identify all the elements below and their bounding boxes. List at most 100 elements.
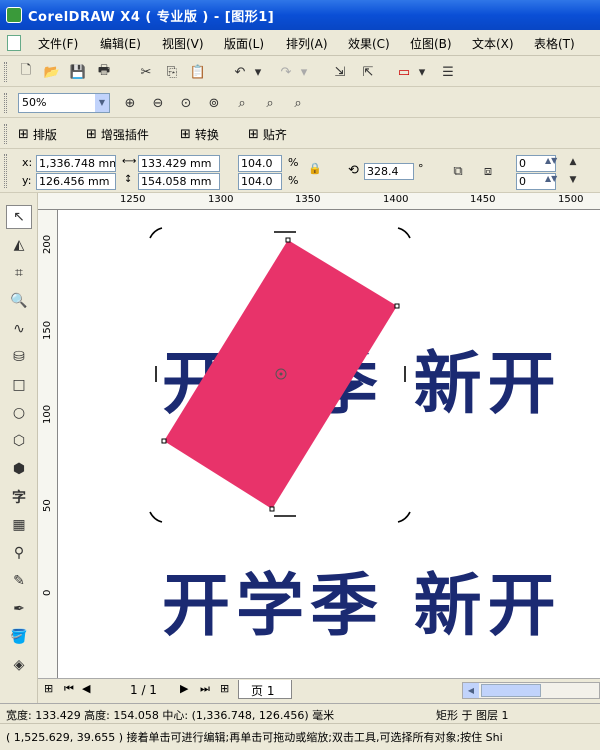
table-tool-icon[interactable]: ▦ xyxy=(6,513,32,537)
zoom-page-width-icon[interactable]: ⌕ xyxy=(260,93,280,113)
toolbar-grip[interactable] xyxy=(4,93,7,113)
undo-dropdown-icon[interactable]: ▾ xyxy=(252,62,264,82)
spinner-icon[interactable]: ▲▼ xyxy=(545,174,557,183)
crop-tool-icon[interactable]: ⌗ xyxy=(6,261,32,285)
node-handle[interactable] xyxy=(161,438,167,444)
last-page-icon[interactable]: ⏭ xyxy=(200,682,210,696)
interactive-fill-icon[interactable]: ◈ xyxy=(6,653,32,677)
basic-shapes-icon[interactable]: ⬢ xyxy=(6,457,32,481)
enhance-plugin-label: 增强插件 xyxy=(100,128,149,142)
zoom-page-icon[interactable]: ⌕ xyxy=(232,93,252,113)
align-button[interactable]: ⊞ 贴齐 xyxy=(248,126,287,143)
polygon-tool-icon[interactable]: ⬡ xyxy=(6,429,32,453)
launcher-dropdown-icon[interactable]: ▾ xyxy=(416,62,428,82)
add-page-after-icon[interactable]: ⊞ xyxy=(220,682,229,695)
text-tool-icon[interactable]: 字 xyxy=(6,485,32,509)
redo-dropdown-icon[interactable]: ▾ xyxy=(298,62,310,82)
open-folder-icon[interactable]: 📂 xyxy=(42,62,62,82)
menu-view[interactable]: 视图(V) xyxy=(162,35,204,52)
next-page-icon[interactable]: ▶ xyxy=(180,682,188,695)
coreldraw-app-icon xyxy=(6,7,22,23)
enhance-plugin-button[interactable]: ⊞ 增强插件 xyxy=(86,126,149,143)
spinner-up-icon[interactable]: ▲ xyxy=(566,154,580,170)
chevron-down-icon[interactable]: ▼ xyxy=(94,94,109,112)
node-handle[interactable] xyxy=(269,506,275,512)
vertical-ruler[interactable]: 200 150 100 50 0 xyxy=(38,210,58,678)
print-icon[interactable]: 🖶 xyxy=(94,62,114,82)
undo-icon[interactable]: ↶ xyxy=(230,62,250,82)
scrollbar-thumb[interactable] xyxy=(481,684,541,697)
menu-layout[interactable]: 版面(L) xyxy=(224,35,264,52)
rotation-angle-field[interactable]: 328.4 xyxy=(364,163,414,180)
horizontal-ruler[interactable]: 1250 1300 1350 1400 1450 1500 xyxy=(38,193,600,210)
application-launcher-icon[interactable]: ▭ xyxy=(394,62,414,82)
lock-ratio-icon[interactable]: 🔒 xyxy=(308,162,322,175)
enhance-plugin-icon: ⊞ xyxy=(86,127,97,142)
menu-text[interactable]: 文本(X) xyxy=(472,35,514,52)
width-field[interactable]: 133.429 mm xyxy=(138,155,220,172)
toolbar-grip[interactable] xyxy=(4,62,7,82)
zoom-all-objects-icon[interactable]: ⊚ xyxy=(204,93,224,113)
page-navigator: ⊞ ⏮ ◀ 1 / 1 ▶ ⏭ ⊞ 页 1 ◀ xyxy=(38,678,600,701)
export-icon[interactable]: ⇱ xyxy=(358,62,378,82)
menu-table[interactable]: 表格(T) xyxy=(534,35,575,52)
paste-icon[interactable]: 📋 xyxy=(188,62,208,82)
y-position-field[interactable]: 126.456 mm xyxy=(36,173,116,190)
convert-icon: ⊞ xyxy=(180,127,191,142)
scale-y-field[interactable]: 104.0 xyxy=(238,173,282,190)
redo-icon[interactable]: ↷ xyxy=(276,62,296,82)
eyedropper-icon[interactable]: ✎ xyxy=(6,569,32,593)
outline-pen-icon[interactable]: ✒ xyxy=(6,597,32,621)
zoom-tool-icon[interactable]: 🔍 xyxy=(6,289,32,313)
import-icon[interactable]: ⇲ xyxy=(330,62,350,82)
first-page-icon[interactable]: ⏮ xyxy=(64,682,74,696)
spinner-down-icon[interactable]: ▼ xyxy=(566,172,580,188)
zoom-in-icon[interactable]: ⊕ xyxy=(120,93,140,113)
toolbar-grip[interactable] xyxy=(4,124,7,144)
rectangle-tool-icon[interactable]: □ xyxy=(6,373,32,397)
cut-icon[interactable]: ✂ xyxy=(136,62,156,82)
menu-edit[interactable]: 编辑(E) xyxy=(100,35,141,52)
zoom-page-height-icon[interactable]: ⌕ xyxy=(288,93,308,113)
selection-overlay[interactable] xyxy=(58,210,600,678)
new-document-icon[interactable]: 🗋 xyxy=(16,62,36,82)
menu-effects[interactable]: 效果(C) xyxy=(348,35,390,52)
ellipse-tool-icon[interactable]: ○ xyxy=(6,401,32,425)
menu-bitmaps[interactable]: 位图(B) xyxy=(410,35,452,52)
add-page-icon[interactable]: ⊞ xyxy=(44,682,53,695)
horizontal-scrollbar[interactable]: ◀ xyxy=(462,682,600,699)
zoom-selected-icon[interactable]: ⊙ xyxy=(176,93,196,113)
scroll-left-icon[interactable]: ◀ xyxy=(463,683,479,698)
interactive-blend-icon[interactable]: ⚲ xyxy=(6,541,32,565)
shape-tool-icon[interactable]: ◭ xyxy=(6,233,32,257)
x-position-field[interactable]: 1,336.748 mm xyxy=(36,155,116,172)
menu-file[interactable]: 文件(F) xyxy=(38,35,78,52)
page-tab[interactable]: 页 1 xyxy=(238,680,292,699)
spinner-icon[interactable]: ▲▼ xyxy=(545,156,557,165)
copy-icon[interactable]: ⎘ xyxy=(162,62,182,82)
fill-bucket-icon[interactable]: 🪣 xyxy=(6,625,32,649)
node-handle[interactable] xyxy=(285,237,291,243)
options-icon[interactable]: ☰ xyxy=(438,62,458,82)
document-icon[interactable] xyxy=(7,35,21,51)
menu-arrange[interactable]: 排列(A) xyxy=(286,35,328,52)
convert-button[interactable]: ⊞ 转换 xyxy=(180,126,219,143)
previous-page-icon[interactable]: ◀ xyxy=(82,682,90,695)
layout-button[interactable]: ⊞ 排版 xyxy=(18,126,57,143)
mirror-horizontal-icon[interactable]: ⧉ xyxy=(448,161,468,181)
zoom-level-select[interactable]: 50% ▼ xyxy=(18,93,110,113)
height-field[interactable]: 154.058 mm xyxy=(138,173,220,190)
drawing-canvas[interactable]: 开学季 新开 开学季 新开 xyxy=(58,210,600,678)
node-handle[interactable] xyxy=(394,303,400,309)
rotate-handle-bottom-left xyxy=(149,511,163,523)
toolbar-grip[interactable] xyxy=(4,154,7,188)
freehand-tool-icon[interactable]: ∿ xyxy=(6,317,32,341)
save-icon[interactable]: 💾 xyxy=(68,62,88,82)
mirror-vertical-icon[interactable]: ⧈ xyxy=(478,161,498,181)
smart-fill-icon[interactable]: ⛁ xyxy=(6,345,32,369)
scale-x-field[interactable]: 104.0 xyxy=(238,155,282,172)
zoom-out-icon[interactable]: ⊖ xyxy=(148,93,168,113)
pick-tool-icon[interactable]: ↖ xyxy=(6,205,32,229)
object-layer-status: 矩形 于 图层 1 xyxy=(436,709,509,722)
title-bar: CorelDRAW X4 ( 专业版 ) - [图形1] xyxy=(0,0,600,30)
